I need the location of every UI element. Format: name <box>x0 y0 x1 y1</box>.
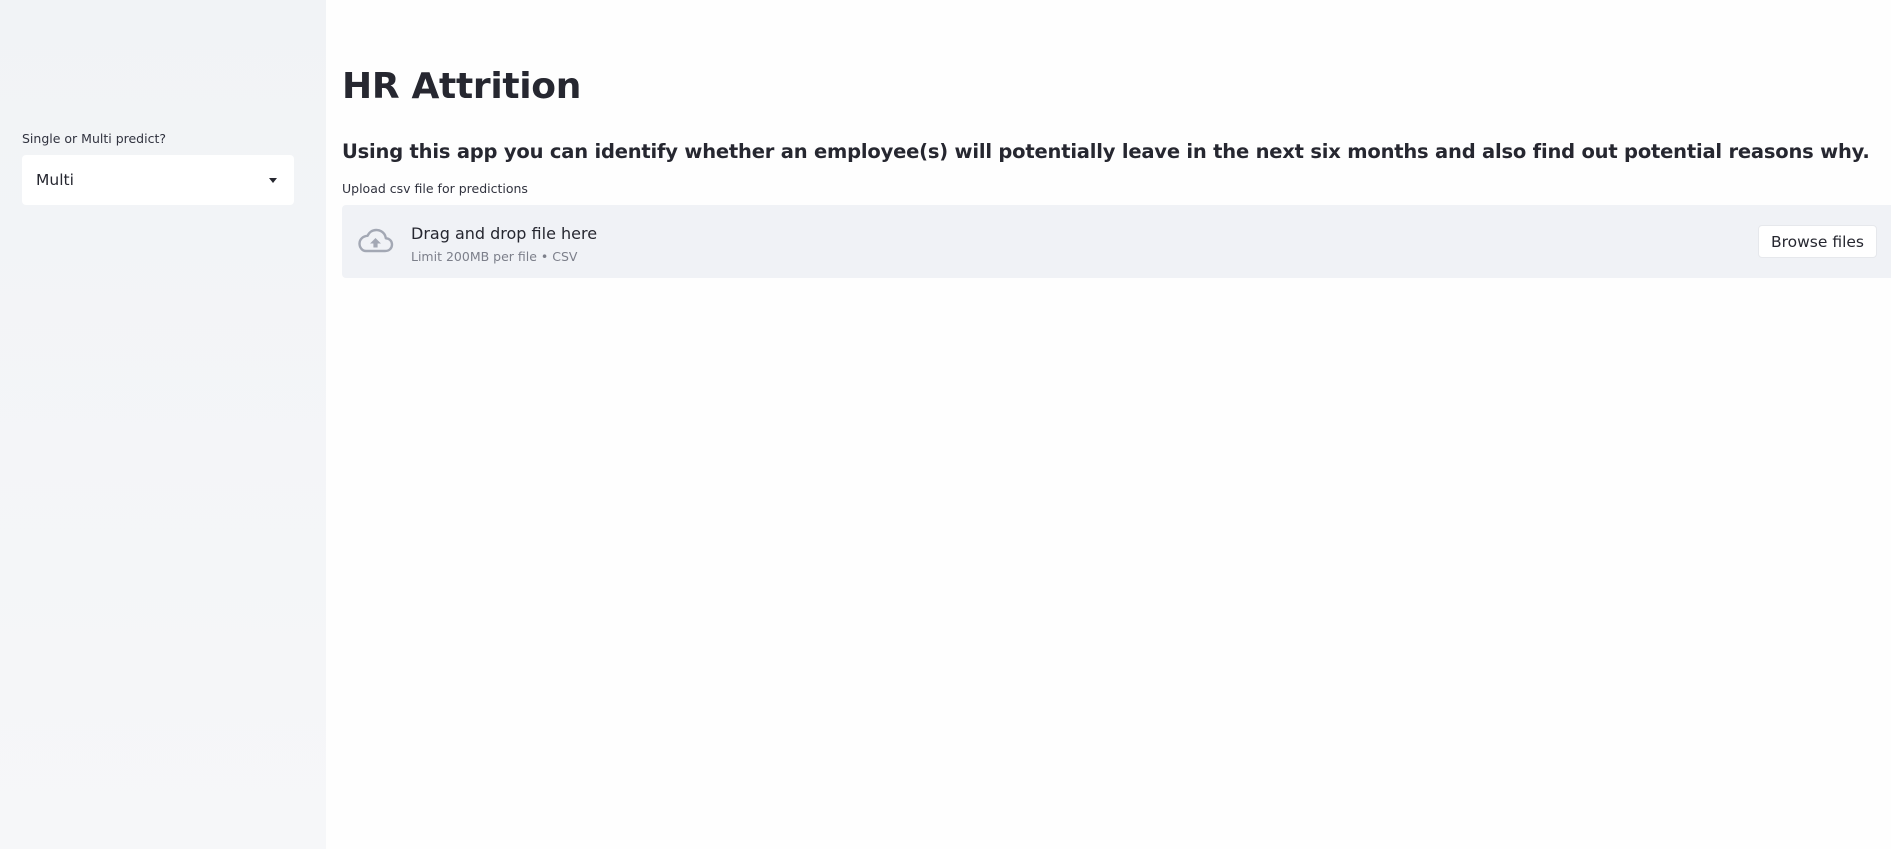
predict-mode-value: Multi <box>36 171 74 189</box>
dropzone-limit-text: Limit 200MB per file • CSV <box>411 249 578 264</box>
caret-down-icon <box>269 177 277 183</box>
upload-label: Upload csv file for predictions <box>342 181 528 196</box>
cloud-upload-icon <box>358 228 394 253</box>
dropzone-instructions: Drag and drop file here <box>411 224 598 243</box>
app-root: Single or Multi predict? Multi HR Attrit… <box>0 0 1891 849</box>
predict-mode-label: Single or Multi predict? <box>22 131 166 146</box>
file-dropzone[interactable]: Drag and drop file here Limit 200MB per … <box>342 205 1891 278</box>
browse-files-button[interactable]: Browse files <box>1757 225 1877 258</box>
sidebar: Single or Multi predict? Multi <box>0 0 326 849</box>
predict-mode-select[interactable]: Multi <box>22 155 294 205</box>
page-subtitle: Using this app you can identify whether … <box>342 140 1870 163</box>
main-content: HR Attrition Using this app you can iden… <box>326 0 1891 849</box>
page-title: HR Attrition <box>342 66 582 107</box>
